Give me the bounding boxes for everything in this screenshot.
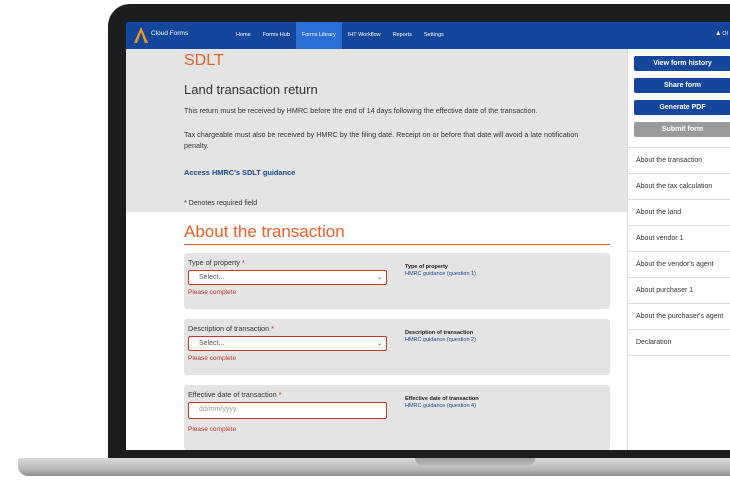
- description-of-transaction-select[interactable]: Select... ⌄: [188, 336, 387, 351]
- select-value: Select...: [199, 274, 225, 281]
- required-field-note: * Denotes required field: [184, 200, 258, 207]
- field-card-type-of-property: Type of property * Select... ⌄ Please co…: [184, 253, 610, 309]
- section-nav-item[interactable]: About the vendor's agent: [628, 252, 730, 278]
- section-nav-item[interactable]: Declaration: [628, 330, 730, 356]
- brand-name[interactable]: Cloud Forms: [151, 30, 188, 37]
- nav-iht-workflow[interactable]: IHT Workflow: [342, 22, 387, 49]
- app-screen: Cloud Forms Home Forms Hub Forms Library…: [126, 22, 730, 450]
- effective-date-input[interactable]: dd/mm/yyyy: [188, 402, 387, 419]
- generate-pdf-button[interactable]: Generate PDF: [634, 100, 730, 115]
- share-form-button[interactable]: Share form: [634, 78, 730, 93]
- field-label: Description of transaction *: [188, 324, 274, 333]
- section-nav-item[interactable]: About vendor 1: [628, 226, 730, 252]
- nav-forms-library[interactable]: Forms Library: [295, 22, 342, 49]
- field-label: Effective date of transaction *: [188, 390, 282, 399]
- top-navbar: Cloud Forms Home Forms Hub Forms Library…: [126, 22, 730, 49]
- select-value: Select...: [199, 340, 225, 347]
- section-nav-item[interactable]: About purchaser 1: [628, 278, 730, 304]
- error-message: Please complete: [188, 289, 237, 296]
- hmrc-guidance-q1-link[interactable]: HMRC guidance (question 1): [405, 271, 476, 277]
- chevron-down-icon: ⌄: [376, 275, 382, 281]
- main-nav: Home Forms Hub Forms Library IHT Workflo…: [230, 22, 450, 49]
- hmrc-guidance-link[interactable]: Access HMRC's SDLT guidance: [184, 168, 295, 177]
- submit-form-button[interactable]: Submit form: [634, 122, 730, 137]
- nav-home[interactable]: Home: [230, 22, 257, 49]
- user-menu[interactable]: ♟ OI: [716, 31, 728, 37]
- type-of-property-select[interactable]: Select... ⌄: [188, 270, 387, 285]
- field-card-description-of-transaction: Description of transaction * Select... ⌄…: [184, 319, 610, 375]
- error-message: Please complete: [188, 355, 237, 362]
- section-title: About the transaction: [184, 222, 345, 241]
- section-divider: [184, 244, 610, 245]
- intro-paragraph-1: This return must be received by HMRC bef…: [184, 106, 538, 115]
- help-title: Effective date of transaction: [405, 396, 479, 402]
- section-nav-item[interactable]: About the transaction: [628, 147, 730, 174]
- form-sidebar: View form history Share form Generate PD…: [627, 49, 730, 450]
- field-label: Type of property *: [188, 258, 245, 267]
- nav-reports[interactable]: Reports: [387, 22, 418, 49]
- section-nav-item[interactable]: About the land: [628, 200, 730, 226]
- nav-settings[interactable]: Settings: [418, 22, 450, 49]
- laptop-notch: [415, 458, 535, 466]
- help-title: Description of transaction: [405, 330, 474, 336]
- laptop-base: [18, 458, 730, 476]
- page-title: SDLT: [184, 52, 224, 69]
- intro-paragraph-2: Tax chargeable must also be received by …: [184, 130, 579, 150]
- hmrc-guidance-q4-link[interactable]: HMRC guidance (question 4): [405, 403, 476, 409]
- chevron-down-icon: ⌄: [376, 341, 382, 347]
- cloud-forms-logo-icon[interactable]: [134, 27, 148, 43]
- section-nav-item[interactable]: About the tax calculation: [628, 174, 730, 200]
- help-title: Type of property: [405, 264, 448, 270]
- section-nav-list: About the transaction About the tax calc…: [628, 147, 730, 356]
- form-header-panel: SDLT Land transaction return This return…: [126, 49, 627, 212]
- date-placeholder: dd/mm/yyyy: [199, 406, 237, 413]
- section-nav-item[interactable]: About the purchaser's agent: [628, 304, 730, 330]
- view-form-history-button[interactable]: View form history: [634, 56, 730, 71]
- field-card-effective-date: Effective date of transaction * dd/mm/yy…: [184, 385, 610, 450]
- nav-forms-hub[interactable]: Forms Hub: [257, 22, 296, 49]
- page-subtitle: Land transaction return: [184, 82, 318, 97]
- error-message: Please complete: [188, 426, 237, 433]
- hmrc-guidance-q2-link[interactable]: HMRC guidance (question 2): [405, 337, 476, 343]
